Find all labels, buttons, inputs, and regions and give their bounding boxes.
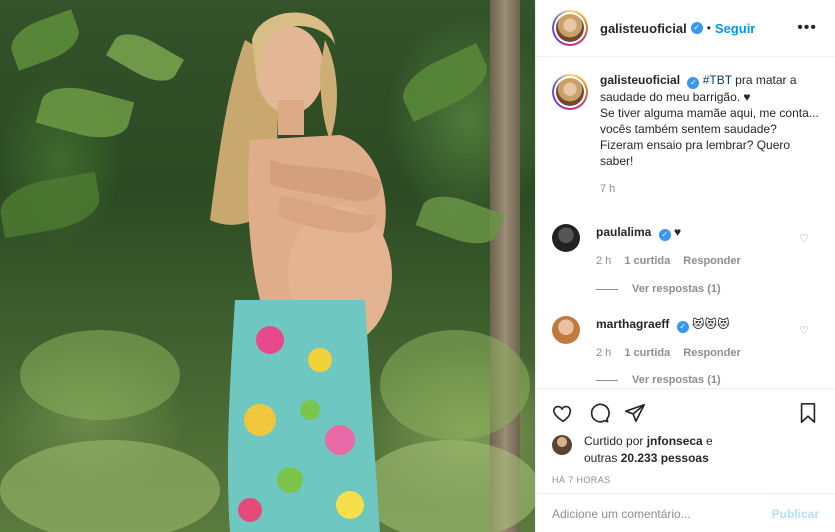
fern bbox=[0, 440, 220, 532]
liked-by-others-prefix: outras bbox=[584, 451, 621, 465]
caption-time[interactable]: 7 h bbox=[600, 181, 819, 197]
publish-button[interactable]: Publicar bbox=[772, 507, 819, 521]
comment-likes[interactable]: 1 curtida bbox=[624, 347, 670, 359]
caption-username[interactable]: galisteuoficial bbox=[600, 73, 680, 87]
divider-line bbox=[596, 288, 618, 290]
commenter-avatar[interactable] bbox=[552, 316, 580, 344]
leaf bbox=[105, 24, 185, 91]
author-username[interactable]: galisteuoficial bbox=[600, 21, 687, 36]
bookmark-save-icon[interactable] bbox=[797, 402, 819, 424]
leaf bbox=[5, 9, 85, 71]
commenter-username[interactable]: paulalima bbox=[596, 225, 651, 239]
fern bbox=[20, 330, 180, 420]
reply-button[interactable]: Responder bbox=[683, 255, 740, 267]
fern bbox=[380, 330, 530, 440]
follow-button[interactable]: Seguir bbox=[715, 21, 755, 36]
instagram-post: galisteuoficial ✓ • Seguir ••• galisteuo… bbox=[0, 0, 835, 532]
comments-list[interactable]: galisteuoficial ✓ #TBT pra matar a sauda… bbox=[536, 58, 835, 388]
leaf bbox=[0, 171, 104, 239]
view-replies-button[interactable]: Ver respostas (1) bbox=[596, 374, 721, 386]
comment-item: marthagraeff ✓ 😻😻😻 2 h 1 curtida Respond… bbox=[536, 316, 835, 359]
caption: galisteuoficial ✓ #TBT pra matar a sauda… bbox=[536, 58, 835, 197]
verified-icon: ✓ bbox=[690, 22, 703, 34]
comment-input[interactable] bbox=[552, 506, 772, 521]
more-options-icon[interactable]: ••• bbox=[797, 19, 817, 37]
post-time-ago[interactable]: HÁ 7 HORAS bbox=[536, 475, 835, 485]
leaf bbox=[35, 79, 135, 146]
comment-text: ♥ bbox=[674, 225, 682, 239]
like-comment-heart-icon[interactable]: ♡ bbox=[799, 232, 809, 245]
leaf bbox=[394, 43, 496, 122]
hashtag-link[interactable]: #TBT bbox=[703, 73, 732, 87]
author-avatar[interactable] bbox=[552, 10, 588, 46]
comment-item: paulalima ✓ ♥ 2 h 1 curtida Responder ♡ bbox=[536, 224, 835, 267]
caption-text: galisteuoficial ✓ #TBT pra matar a sauda… bbox=[600, 72, 819, 197]
woman-figure bbox=[210, 12, 392, 532]
liked-by-user[interactable]: jnfonseca bbox=[647, 434, 703, 448]
comment-bubble-icon[interactable] bbox=[588, 402, 610, 424]
post-photo[interactable] bbox=[0, 0, 535, 532]
like-heart-icon[interactable] bbox=[552, 402, 574, 424]
liked-by-avatar[interactable] bbox=[552, 435, 572, 455]
commenter-username[interactable]: marthagraeff bbox=[596, 317, 669, 331]
separator-dot: • bbox=[706, 21, 711, 35]
comment-time[interactable]: 2 h bbox=[596, 347, 611, 359]
add-comment-bar: Publicar bbox=[536, 493, 835, 532]
liked-by-prefix: Curtido por bbox=[584, 434, 647, 448]
post-side-panel: galisteuoficial ✓ • Seguir ••• galisteuo… bbox=[535, 0, 835, 532]
verified-icon: ✓ bbox=[658, 229, 671, 241]
view-replies-button[interactable]: Ver respostas (1) bbox=[596, 283, 721, 295]
caption-avatar[interactable] bbox=[552, 74, 588, 110]
liked-by: Curtido por jnfonseca e outras 20.233 pe… bbox=[536, 433, 835, 467]
comment-likes[interactable]: 1 curtida bbox=[624, 255, 670, 267]
verified-icon: ✓ bbox=[676, 321, 689, 333]
share-send-icon[interactable] bbox=[624, 402, 646, 424]
like-comment-heart-icon[interactable]: ♡ bbox=[799, 324, 809, 337]
commenter-avatar[interactable] bbox=[552, 224, 580, 252]
caption-body-2: Se tiver alguma mamãe aqui, me conta... … bbox=[600, 106, 819, 168]
comment-time[interactable]: 2 h bbox=[596, 255, 611, 267]
action-icons bbox=[536, 389, 835, 429]
likes-count[interactable]: 20.233 pessoas bbox=[621, 451, 709, 465]
liked-by-and: e bbox=[702, 434, 713, 448]
post-header: galisteuoficial ✓ • Seguir ••• bbox=[536, 0, 835, 57]
verified-icon: ✓ bbox=[687, 77, 700, 89]
post-actions: Curtido por jnfonseca e outras 20.233 pe… bbox=[536, 388, 835, 532]
comment-text: 😻😻😻 bbox=[692, 317, 730, 331]
divider-line bbox=[596, 379, 618, 381]
reply-button[interactable]: Responder bbox=[683, 347, 740, 359]
